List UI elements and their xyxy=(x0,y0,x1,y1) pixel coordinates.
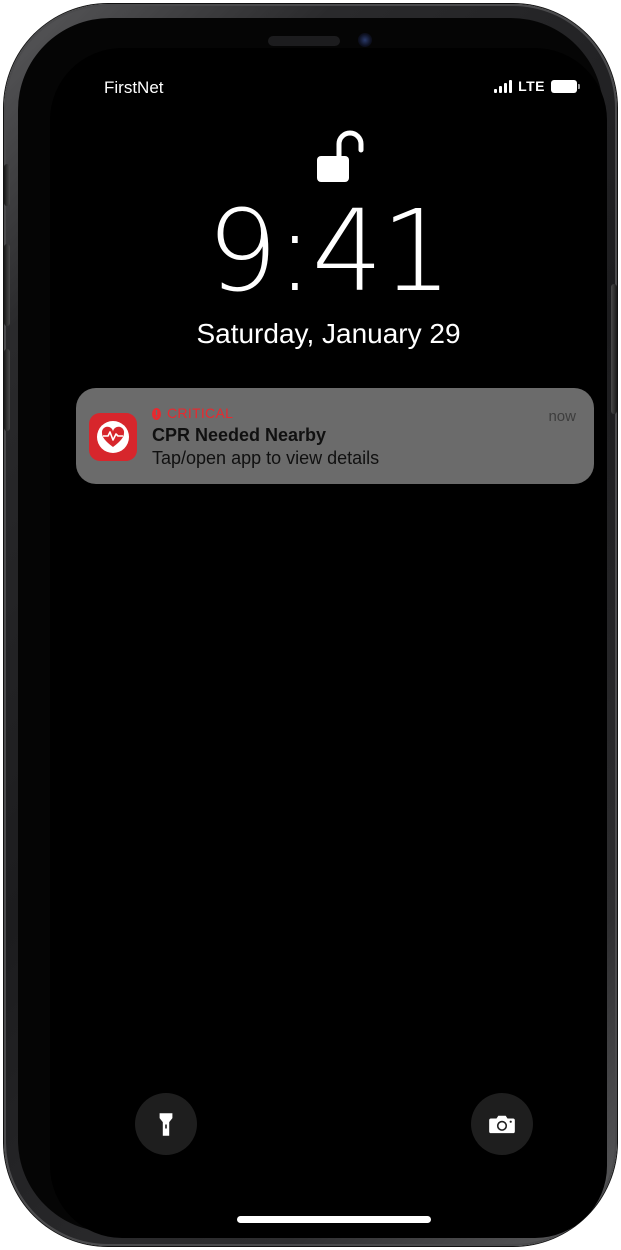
battery-icon xyxy=(551,79,580,93)
front-camera xyxy=(358,33,372,47)
critical-header: CRITICAL xyxy=(152,405,233,421)
phone-bezel: FirstNet LTE 9:41 Saturday, January 29 C… xyxy=(18,18,607,1238)
lock-screen: FirstNet LTE 9:41 Saturday, January 29 C… xyxy=(50,48,607,1238)
flashlight-icon xyxy=(159,1112,173,1136)
unlocked-padlock-icon xyxy=(317,130,364,182)
silent-switch xyxy=(4,164,10,206)
power-button xyxy=(611,284,617,414)
heart-pulse-icon xyxy=(97,421,129,453)
alert-icon xyxy=(152,407,161,420)
camera-button[interactable] xyxy=(471,1093,533,1155)
home-indicator[interactable] xyxy=(237,1216,431,1223)
network-type: LTE xyxy=(518,78,545,94)
status-indicators: LTE xyxy=(494,78,580,94)
carrier-name: FirstNet xyxy=(104,78,164,97)
earpiece-speaker xyxy=(268,36,340,46)
lock-screen-time: 9:41 xyxy=(206,187,453,317)
notification-timestamp: now xyxy=(548,408,576,425)
volume-up-button xyxy=(4,244,10,326)
critical-notification[interactable]: CRITICAL now CPR Needed Nearby Tap/open … xyxy=(76,388,594,484)
camera-icon xyxy=(489,1115,515,1134)
volume-down-button xyxy=(4,349,10,431)
lock-screen-date: Saturday, January 29 xyxy=(196,318,461,349)
phone-frame: FirstNet LTE 9:41 Saturday, January 29 C… xyxy=(4,4,617,1246)
notification-body: Tap/open app to view details xyxy=(152,448,380,468)
flashlight-button[interactable] xyxy=(135,1093,197,1155)
signal-strength-icon xyxy=(494,79,513,93)
app-icon xyxy=(89,413,137,461)
notification-title: CPR Needed Nearby xyxy=(152,425,327,445)
critical-label: CRITICAL xyxy=(167,405,234,421)
